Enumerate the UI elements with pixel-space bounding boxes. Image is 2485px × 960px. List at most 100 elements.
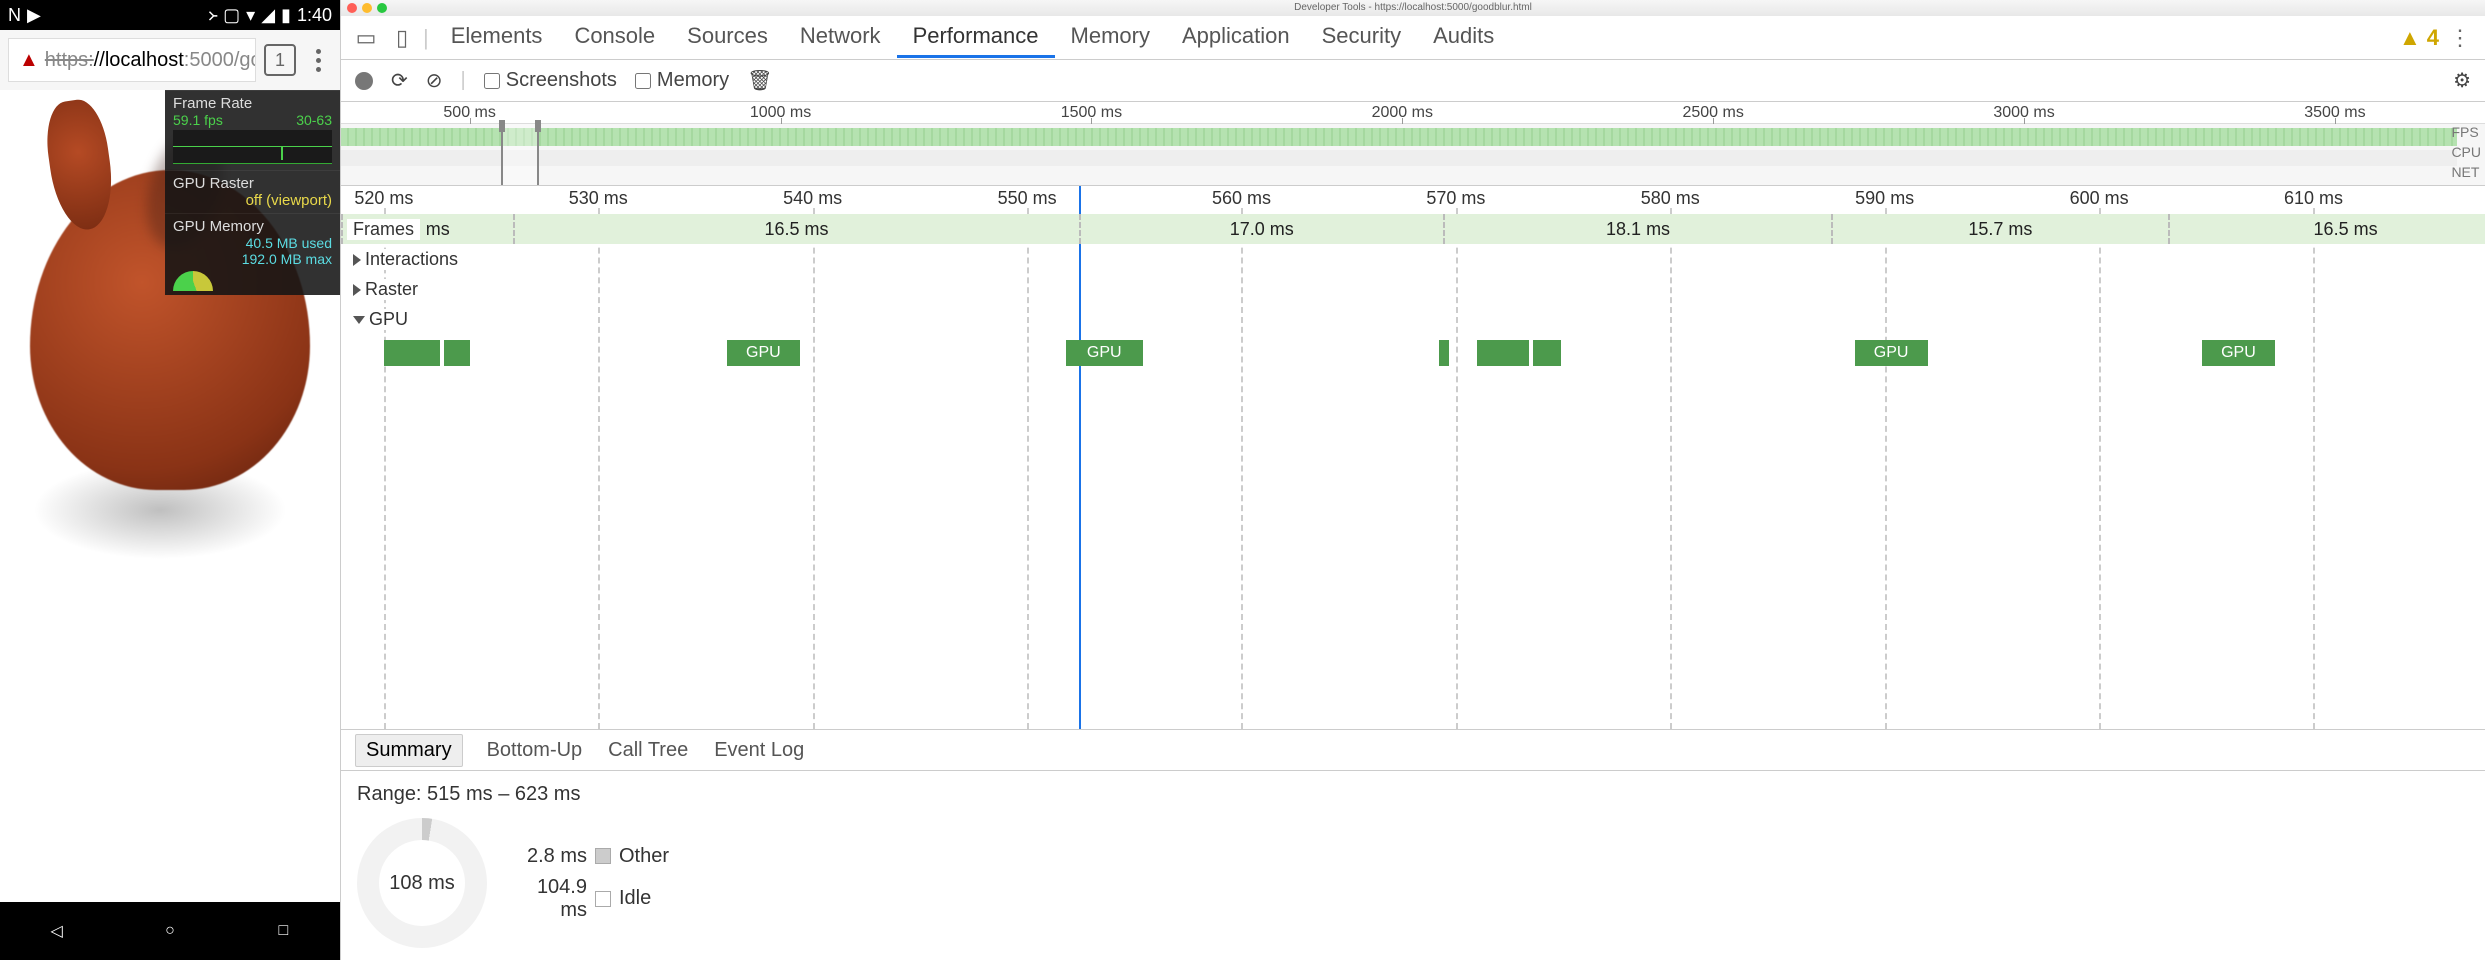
vibrate-icon: ▢ <box>223 5 240 26</box>
device-toggle-icon[interactable]: ▯ <box>387 23 417 53</box>
interactions-label: Interactions <box>365 249 458 269</box>
url-host: //localhost <box>94 49 184 72</box>
interactions-track[interactable]: Interactions <box>341 244 2485 274</box>
summary-tab-summary[interactable]: Summary <box>355 734 463 767</box>
home-button[interactable]: ○ <box>156 917 184 945</box>
gpu-block[interactable] <box>384 340 440 366</box>
frames-label: Frames <box>347 219 420 240</box>
warning-icon[interactable]: ▲ <box>2399 25 2421 51</box>
more-icon[interactable]: ⋮ <box>2445 23 2475 53</box>
tab-application[interactable]: Application <box>1166 17 1306 58</box>
inspect-icon[interactable]: ▭ <box>351 23 381 53</box>
gpu-raster-label: GPU Raster <box>173 175 332 192</box>
gpu-track: GPUGPUGPUGPUG... <box>341 334 2485 374</box>
settings-icon[interactable]: ⚙ <box>2453 68 2471 93</box>
frames-track: .9 ms16.5 ms17.0 ms18.1 ms15.7 ms16.5 ms… <box>341 214 2485 244</box>
gpu-block[interactable]: GPU <box>2202 340 2275 366</box>
overflow-menu[interactable] <box>304 49 332 72</box>
gpu-block[interactable] <box>444 340 470 366</box>
gpu-block[interactable]: GPU <box>1066 340 1143 366</box>
overview-cpu-track <box>341 150 2457 166</box>
overview-timeline[interactable]: 500 ms1000 ms1500 ms2000 ms2500 ms3000 m… <box>341 102 2485 186</box>
close-traffic-icon[interactable] <box>347 3 357 13</box>
memory-label: Memory <box>657 69 729 92</box>
summary-tab-bottom-up[interactable]: Bottom-Up <box>485 735 585 766</box>
selection-handle-right[interactable] <box>535 120 541 132</box>
recents-button[interactable]: □ <box>269 917 297 945</box>
tab-switcher[interactable]: 1 <box>264 44 296 76</box>
fps-range: 30-63 <box>296 112 332 128</box>
frame-cell[interactable]: 17.0 ms <box>1079 214 1443 244</box>
range-label: Range: 515 ms – 623 ms <box>357 783 2469 806</box>
tab-performance[interactable]: Performance <box>897 17 1055 58</box>
memory-gauge-icon <box>173 271 213 291</box>
screenshots-checkbox[interactable]: Screenshots <box>484 69 617 92</box>
clear-button[interactable]: ⊘ <box>426 68 443 93</box>
fps-label: Frame Rate <box>173 95 332 112</box>
legend-row: 2.8 msOther <box>507 845 669 868</box>
trash-icon[interactable]: 🗑 <box>747 68 772 93</box>
gpu-block[interactable] <box>1439 340 1450 366</box>
overview-fps-track <box>341 128 2457 146</box>
browser-urlbar: ▲ https: //localhost :5000 /goodbl 1 <box>0 30 340 90</box>
gpu-track-header[interactable]: GPU <box>341 304 2485 334</box>
gpu-mem-max: 192.0 MB max <box>173 251 332 267</box>
frame-cell[interactable]: 18.1 ms <box>1443 214 1831 244</box>
summary-tabs: Summary Bottom-Up Call Tree Event Log <box>341 729 2485 771</box>
battery-icon: ▮ <box>281 5 291 26</box>
back-button[interactable]: ◁ <box>43 917 71 945</box>
summary-tab-event-log[interactable]: Event Log <box>712 735 806 766</box>
ruler-tick: 560 ms <box>1212 188 1271 209</box>
max-traffic-icon[interactable] <box>377 3 387 13</box>
donut-total: 108 ms <box>389 872 455 895</box>
gpu-block[interactable]: GPU <box>1855 340 1928 366</box>
ruler-tick: 530 ms <box>569 188 628 209</box>
summary-tab-call-tree[interactable]: Call Tree <box>606 735 690 766</box>
signal-icon: ◢ <box>261 5 275 26</box>
frame-cell[interactable]: 15.7 ms <box>1831 214 2168 244</box>
tab-network[interactable]: Network <box>784 17 897 58</box>
tab-memory[interactable]: Memory <box>1055 17 1166 58</box>
fps-value: 59.1 fps <box>173 112 223 128</box>
ruler-tick: 580 ms <box>1641 188 1700 209</box>
tab-elements[interactable]: Elements <box>435 17 559 58</box>
android-statusbar: N ▶ ᚛ ▢ ▾ ◢ ▮ 1:40 <box>0 0 340 30</box>
tab-security[interactable]: Security <box>1306 17 1417 58</box>
summary-panel: Range: 515 ms – 623 ms 108 ms 2.8 msOthe… <box>341 771 2485 960</box>
page-viewport[interactable]: Frame Rate 59.1 fps30-63 GPU Raster off … <box>0 90 340 902</box>
gpu-block[interactable] <box>1533 340 1561 366</box>
devtools-tabs: ▭ ▯ | ElementsConsoleSourcesNetworkPerfo… <box>341 16 2485 60</box>
overview-lane-label: FPS <box>2451 124 2481 140</box>
reload-button[interactable]: ⟳ <box>391 68 408 93</box>
clock: 1:40 <box>297 5 332 26</box>
wifi-icon: ▾ <box>246 5 255 26</box>
frame-cell[interactable]: 16.5 ms <box>2168 214 2485 244</box>
raster-track[interactable]: Raster <box>341 274 2485 304</box>
flame-chart[interactable]: 520 ms530 ms540 ms550 ms560 ms570 ms580 … <box>341 186 2485 729</box>
tab-sources[interactable]: Sources <box>671 17 784 58</box>
ruler-tick: 570 ms <box>1426 188 1485 209</box>
ruler-tick: 520 ms <box>354 188 413 209</box>
tab-audits[interactable]: Audits <box>1417 17 1510 58</box>
gpu-block[interactable] <box>1477 340 1528 366</box>
tab-console[interactable]: Console <box>558 17 671 58</box>
raster-label: Raster <box>365 279 418 299</box>
gpu-memory-label: GPU Memory <box>173 218 332 235</box>
min-traffic-icon[interactable] <box>362 3 372 13</box>
frame-cell[interactable]: 16.5 ms <box>513 214 1079 244</box>
warning-count[interactable]: 4 <box>2427 25 2439 51</box>
n-icon: N <box>8 5 21 26</box>
memory-checkbox[interactable]: Memory <box>635 69 729 92</box>
selection-handle-left[interactable] <box>499 120 505 132</box>
perf-toolbar: ⟳ ⊘ | Screenshots Memory 🗑 ⚙ <box>341 60 2485 102</box>
window-title: Developer Tools - https://localhost:5000… <box>1294 2 1532 13</box>
devtools-window: Developer Tools - https://localhost:5000… <box>340 0 2485 960</box>
gpu-label: GPU <box>369 309 408 329</box>
url-scheme: https: <box>45 49 94 72</box>
url-input[interactable]: ▲ https: //localhost :5000 /goodbl <box>8 38 256 82</box>
tab-count: 1 <box>275 50 285 71</box>
gpu-mem-used: 40.5 MB used <box>173 235 332 251</box>
overview-selection[interactable] <box>501 124 539 185</box>
record-button[interactable] <box>355 72 373 90</box>
gpu-block[interactable]: GPU <box>727 340 800 366</box>
